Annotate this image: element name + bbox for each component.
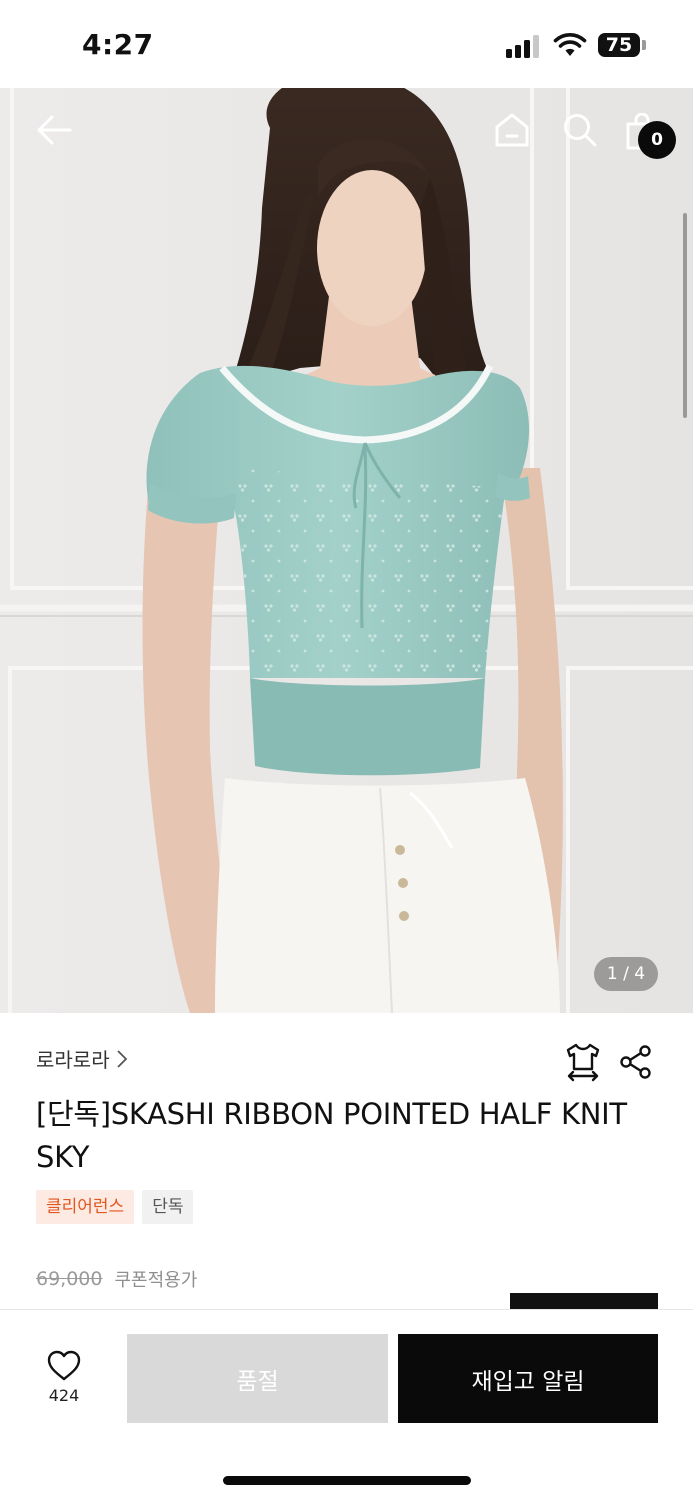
battery-indicator: 75 bbox=[598, 33, 640, 57]
tag-clearance: 클리어런스 bbox=[36, 1190, 135, 1224]
back-button[interactable] bbox=[30, 106, 78, 154]
product-detail-screen: 4:27 75 1 / 4 0 로라로라 [단독]SKASHI RIBBON P… bbox=[0, 0, 693, 1500]
restock-alert-button[interactable]: 재입고 알림 bbox=[398, 1334, 658, 1423]
back-arrow-icon bbox=[37, 115, 72, 145]
like-count: 424 bbox=[48, 1386, 80, 1405]
price-row: 69,000 쿠폰적용가 bbox=[36, 1266, 197, 1292]
home-indicator bbox=[223, 1476, 471, 1485]
discount-rate: ▄▄▄ bbox=[36, 1293, 110, 1309]
tag-exclusive: 단독 bbox=[142, 1190, 194, 1224]
home-button[interactable] bbox=[489, 106, 535, 154]
home-icon bbox=[495, 113, 529, 147]
original-price: 69,000 bbox=[36, 1268, 103, 1290]
search-icon bbox=[564, 114, 597, 147]
coupon-price-label: 쿠폰적용가 bbox=[114, 1270, 198, 1291]
product-image-gallery[interactable]: 1 / 4 bbox=[0, 88, 693, 1013]
top-navigation-bar bbox=[0, 88, 693, 178]
sale-price: ▄▄ ▄▄▄▄ ▄ bbox=[118, 1293, 313, 1309]
search-button[interactable] bbox=[557, 106, 603, 154]
cellular-signal-icon bbox=[506, 34, 542, 58]
like-button[interactable]: 424 bbox=[32, 1350, 96, 1420]
product-title: [단독]SKASHI RIBBON POINTED HALF KNIT SKY bbox=[36, 1097, 627, 1174]
brand-link[interactable]: 로라로라 bbox=[36, 1044, 128, 1073]
battery-cap bbox=[642, 40, 646, 50]
status-bar: 4:27 75 bbox=[0, 0, 693, 88]
heart-icon bbox=[47, 1350, 81, 1381]
bottom-action-bar: 424 품절 재입고 알림 bbox=[0, 1309, 693, 1500]
cart-count-badge: 0 bbox=[638, 121, 676, 159]
size-guide-icon[interactable] bbox=[564, 1042, 602, 1082]
share-icon[interactable] bbox=[618, 1044, 654, 1080]
product-tags: 클리어런스 단독 bbox=[36, 1190, 201, 1224]
image-counter: 1 / 4 bbox=[594, 957, 658, 991]
brand-name: 로라로라 bbox=[36, 1048, 110, 1072]
chevron-right-icon bbox=[116, 1049, 127, 1068]
product-photo bbox=[0, 88, 693, 1013]
download-coupon-button[interactable] bbox=[510, 1293, 658, 1309]
scrollbar[interactable] bbox=[683, 213, 687, 418]
sale-price-row: ▄▄▄ ▄▄ ▄▄▄▄ ▄ bbox=[0, 1293, 693, 1309]
wifi-icon bbox=[553, 33, 587, 56]
soldout-button[interactable]: 품절 bbox=[127, 1334, 388, 1423]
status-time: 4:27 bbox=[82, 28, 154, 61]
